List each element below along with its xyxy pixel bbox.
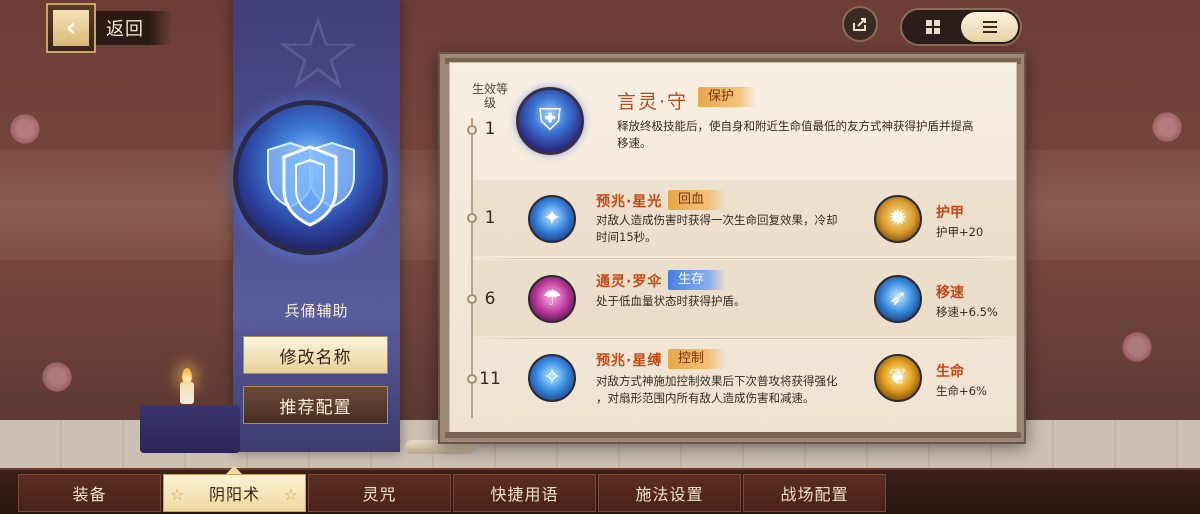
spell-tag: 回血	[668, 190, 726, 210]
blossom-decoration	[8, 112, 42, 146]
row-divider	[473, 258, 1016, 259]
umbrella-spell-icon[interactable]: ☂	[528, 275, 576, 323]
tab-cast-settings[interactable]: 施法设置	[598, 474, 741, 512]
level-header: 生效等级	[472, 82, 509, 110]
timeline-dot	[467, 374, 477, 384]
life-attr-icon[interactable]: ❦	[874, 354, 922, 402]
pentagram-icon: ☆	[273, 0, 363, 112]
active-tab-caret	[226, 466, 242, 474]
star-icon: ☆	[170, 485, 186, 504]
spell-name: 预兆·星缚	[596, 353, 663, 369]
description-line: 对敌方式神施加控制效果后下次普攻将获得强化	[596, 374, 838, 388]
grid-icon	[925, 20, 940, 34]
blossom-decoration	[1150, 110, 1184, 144]
speed-icon: ➶	[888, 286, 908, 311]
spell-name: 通灵·罗伞	[596, 274, 663, 290]
blossom-decoration	[1120, 330, 1154, 364]
spell-description: 对敌方式神施加控制效果后下次普攻将获得强化 ，对扇形范围内所有敌人造成伤害和减速…	[596, 373, 864, 407]
speed-attr-icon[interactable]: ➶	[874, 275, 922, 323]
description-line: 处于低血量状态时获得护盾。	[596, 294, 746, 308]
attr-name: 生命	[936, 364, 964, 380]
loadout-emblem	[233, 100, 388, 255]
description-line: 移速。	[617, 136, 652, 150]
attr-value: 护甲+20	[936, 225, 984, 239]
tab-yinyang-spell[interactable]: ☆ 阴阳术 ☆	[163, 474, 306, 512]
spell-description: 对敌人造成伤害时获得一次生命回复效果，冷却 时间15秒。	[596, 212, 864, 246]
tab-label: 阴阳术	[208, 485, 260, 504]
armor-icon: ✹	[888, 206, 908, 231]
attr-name: 移速	[936, 285, 964, 301]
tab-spirit-curse[interactable]: 灵咒	[308, 474, 451, 512]
shield-icon	[267, 141, 355, 227]
chevron-left-icon: ‹	[53, 10, 89, 46]
share-icon	[853, 18, 866, 31]
main-spell-name: 言灵·守	[617, 91, 689, 113]
back-label: 返回	[96, 11, 172, 45]
bind-spell-icon[interactable]: ✧	[528, 354, 576, 402]
books-decoration	[140, 405, 240, 453]
bind-icon: ✧	[542, 365, 562, 390]
rename-button[interactable]: 修改名称	[243, 336, 388, 374]
spell-level: 11	[479, 369, 501, 389]
main-spell-level: 1	[484, 119, 496, 139]
tab-battle-config[interactable]: 战场配置	[743, 474, 886, 512]
spell-tag: 控制	[668, 349, 726, 369]
share-button[interactable]	[842, 6, 878, 42]
attr-value: 生命+6%	[936, 384, 987, 398]
timeline-dot	[467, 294, 477, 304]
main-spell-tag: 保护	[698, 87, 756, 107]
life-icon: ❦	[888, 365, 908, 390]
tab-quick-chat[interactable]: 快捷用语	[453, 474, 596, 512]
grid-view-button[interactable]	[904, 12, 961, 42]
attr-name: 护甲	[936, 205, 964, 221]
attr-value: 移速+6.5%	[936, 305, 998, 319]
star-icon: ✦	[542, 206, 562, 231]
blossom-decoration	[40, 360, 74, 394]
description-line: 释放终极技能后，使自身和附近生命值最低的友方式神获得护盾并提高	[617, 119, 974, 133]
star-icon: ☆	[283, 485, 299, 504]
scroll-rod-bottom	[445, 432, 1021, 438]
spell-level: 6	[484, 289, 496, 309]
back-icon-frame: ‹	[46, 3, 96, 53]
row-divider	[473, 338, 1016, 339]
armor-attr-icon[interactable]: ✹	[874, 195, 922, 243]
spell-name: 预兆·星光	[596, 194, 663, 210]
recommend-config-button[interactable]: 推荐配置	[243, 386, 388, 424]
description-line: ，对扇形范围内所有敌人造成伤害和减速。	[596, 391, 815, 405]
list-icon	[982, 21, 997, 33]
timeline-dot	[467, 213, 477, 223]
umbrella-icon: ☂	[542, 286, 562, 311]
shield-icon: ⛨	[538, 103, 562, 138]
candle-decoration	[180, 382, 194, 404]
star-spell-icon[interactable]: ✦	[528, 195, 576, 243]
timeline-dot	[467, 125, 477, 135]
spell-level: 1	[484, 208, 496, 228]
main-spell-icon[interactable]: ⛨	[516, 87, 584, 155]
spell-tag: 生存	[668, 270, 726, 290]
main-spell-description: 释放终极技能后，使自身和附近生命值最低的友方式神获得护盾并提高 移速。	[617, 118, 1007, 152]
view-toggle[interactable]	[900, 8, 1022, 46]
description-line: 对敌人造成伤害时获得一次生命回复效果，冷却	[596, 213, 838, 227]
list-view-button[interactable]	[961, 12, 1018, 42]
description-line: 时间15秒。	[596, 230, 657, 244]
candle-flame-decoration	[182, 368, 192, 384]
spell-description: 处于低血量状态时获得护盾。	[596, 293, 864, 310]
back-button[interactable]: ‹ 返回	[46, 3, 172, 53]
tab-equipment[interactable]: 装备	[18, 474, 161, 512]
loadout-title: 兵俑辅助	[284, 302, 349, 320]
